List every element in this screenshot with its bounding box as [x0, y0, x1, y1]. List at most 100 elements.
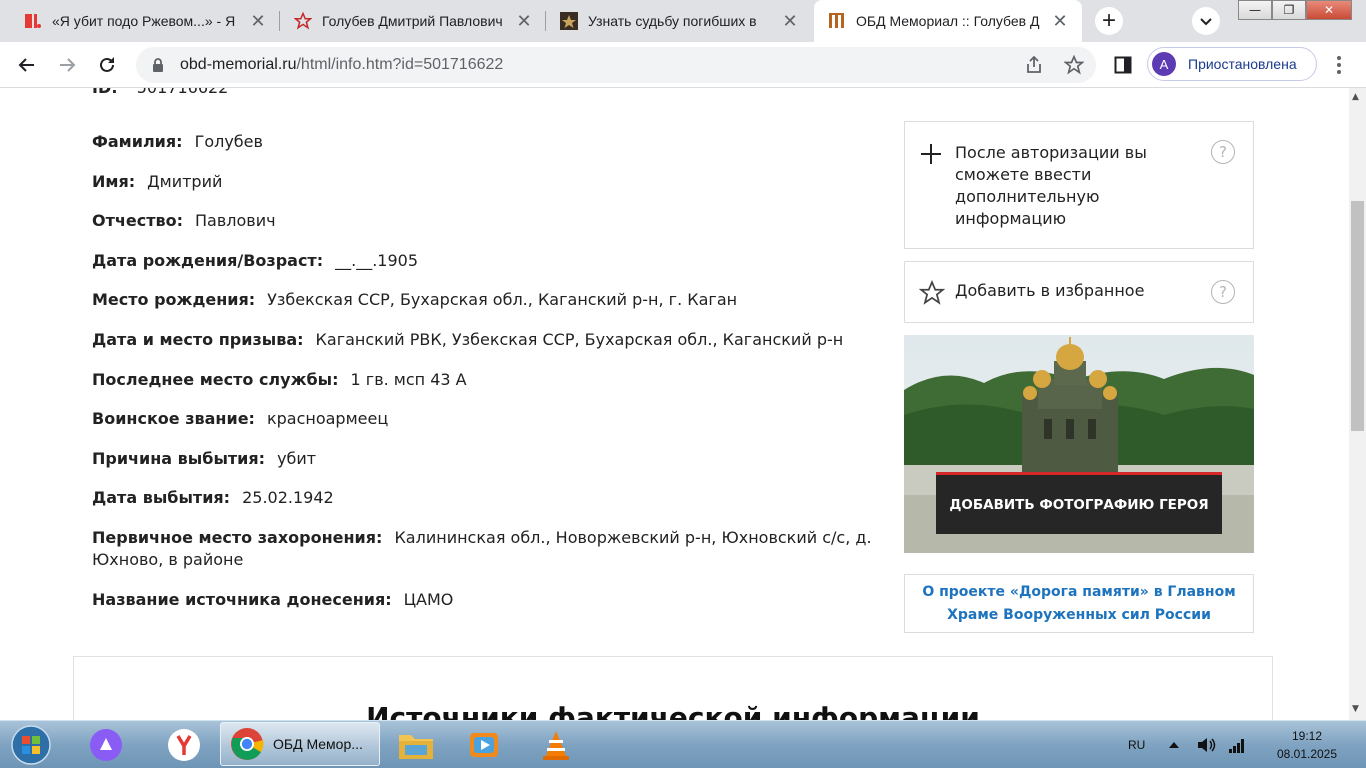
tab-close-icon[interactable]: ✕ — [246, 9, 270, 33]
more-vertical-icon — [1337, 56, 1341, 74]
profile-button[interactable]: A Приостановлена — [1147, 47, 1317, 81]
volume-icon[interactable] — [1196, 721, 1218, 768]
reload-button[interactable] — [92, 50, 122, 80]
file-explorer-button[interactable] — [392, 724, 440, 766]
folder-icon — [399, 735, 433, 759]
memorial-star-icon — [560, 12, 578, 30]
media-play-icon — [470, 733, 498, 757]
network-signal-icon[interactable] — [1228, 721, 1246, 768]
forward-button[interactable] — [52, 50, 82, 80]
tab-title: «Я убит подо Ржевом...» - Я — [52, 13, 236, 29]
tab-search-button[interactable] — [1192, 7, 1220, 35]
chrome-taskbar-button[interactable]: ОБД Мемор... — [220, 722, 380, 766]
help-icon[interactable]: ? — [1211, 280, 1235, 304]
tab-obd-memorial[interactable]: ОБД Мемориал :: Голубев Д ✕ — [814, 0, 1082, 42]
tray-expand-icon[interactable] — [1168, 721, 1180, 768]
chrome-window-label: ОБД Мемор... — [273, 736, 363, 752]
record-id-value: 501716622 — [137, 88, 229, 97]
browser-tab-strip: «Я убит подо Ржевом...» - Я ✕ Голубев Дм… — [0, 0, 1366, 42]
alice-assistant-button[interactable] — [82, 724, 130, 766]
field-label: Воинское звание: — [92, 409, 255, 429]
new-tab-button[interactable]: + — [1095, 7, 1123, 35]
add-favorite-button[interactable]: Добавить в избранное ? — [904, 261, 1254, 323]
minimize-button[interactable]: — — [1238, 0, 1272, 20]
lock-icon[interactable] — [150, 57, 166, 73]
project-link-card[interactable]: О проекте «Дорога памяти» в Главном Храм… — [904, 574, 1254, 633]
auth-note: После авторизации вы сможете ввести допо… — [955, 143, 1147, 228]
avatar: A — [1152, 52, 1176, 76]
field-loss-reason: Причина выбытия: убит — [92, 448, 902, 470]
field-birth-date: Дата рождения/Возраст: __.__.1905 — [92, 250, 902, 272]
field-value: убит — [277, 448, 317, 468]
tab-title: Голубев Дмитрий Павлович — [322, 13, 503, 29]
star-icon — [919, 280, 945, 305]
arrow-left-icon — [18, 58, 34, 72]
window-controls: — ❐ ✕ — [1238, 0, 1352, 22]
bookmark-star-icon[interactable] — [1062, 53, 1086, 77]
browser-menu-button[interactable] — [1324, 50, 1354, 80]
add-hero-photo-button[interactable]: ДОБАВИТЬ ФОТОГРАФИЮ ГЕРОЯ — [936, 472, 1222, 534]
field-first-name: Имя: Дмитрий — [92, 171, 902, 193]
scroll-up-icon[interactable]: ▲ — [1352, 92, 1359, 102]
maximize-button[interactable]: ❐ — [1272, 0, 1306, 20]
record-id: ID: 501716622 — [92, 88, 228, 97]
tab-close-icon[interactable]: ✕ — [1048, 9, 1072, 33]
chrome-icon — [231, 728, 264, 760]
field-last-service: Последнее место службы: 1 гв. мсп 43 А — [92, 369, 902, 391]
obd-memorial-icon — [828, 12, 846, 30]
language-indicator[interactable]: RU — [1128, 721, 1145, 768]
field-label: Причина выбытия: — [92, 448, 266, 468]
scrollbar-thumb[interactable] — [1351, 201, 1364, 431]
media-player-button[interactable] — [460, 724, 508, 766]
side-panel-button[interactable] — [1108, 50, 1138, 80]
clock-time: 19:12 — [1291, 729, 1323, 743]
field-value: красноармеец — [266, 409, 389, 429]
field-label: Фамилия: — [92, 132, 183, 151]
tab-yandex[interactable]: «Я убит подо Ржевом...» - Я ✕ — [10, 0, 280, 42]
close-window-button[interactable]: ✕ — [1306, 0, 1352, 20]
record-id-label: ID: — [92, 88, 118, 97]
url-text[interactable]: obd-memorial.ru/html/info.htm?id=5017166… — [180, 56, 503, 74]
tab-fate[interactable]: Узнать судьбу погибших в ✕ — [546, 0, 812, 42]
field-value: __.__.1905 — [335, 250, 418, 270]
field-label: Дата выбытия: — [92, 488, 231, 508]
tab-close-icon[interactable]: ✕ — [778, 9, 802, 33]
record-sidebar: После авторизации вы сможете ввести допо… — [904, 121, 1254, 633]
share-icon[interactable] — [1022, 53, 1046, 77]
start-button[interactable] — [6, 724, 56, 766]
field-value: 25.02.1942 — [242, 488, 334, 508]
tab-golubev[interactable]: Голубев Дмитрий Павлович ✕ — [280, 0, 546, 42]
tab-close-icon[interactable]: ✕ — [512, 9, 536, 33]
field-label: Отчество: — [92, 211, 183, 231]
vlc-button[interactable] — [532, 724, 580, 766]
project-link[interactable]: О проекте «Дорога памяти» в Главном Храм… — [905, 581, 1253, 627]
yandex-browser-button[interactable] — [160, 724, 208, 766]
add-info-card[interactable]: После авторизации вы сможете ввести допо… — [904, 121, 1254, 249]
field-loss-date: Дата выбытия: 25.02.1942 — [92, 487, 902, 509]
yandex-y-icon — [168, 729, 200, 761]
address-bar[interactable]: obd-memorial.ru/html/info.htm?id=5017166… — [136, 47, 1096, 83]
system-clock[interactable]: 19:12 08.01.2025 — [1262, 727, 1352, 763]
field-rank: Воинское звание: красноармеец — [92, 408, 902, 430]
scroll-down-icon[interactable]: ▼ — [1352, 704, 1359, 714]
field-surname: Фамилия: Голубев — [92, 131, 902, 153]
page-scrollbar[interactable]: ▲ ▼ — [1349, 88, 1366, 720]
reload-icon — [100, 57, 114, 72]
field-label: Первичное место захоронения: — [92, 527, 383, 547]
sources-heading: Источники фактической информации — [366, 701, 980, 720]
back-button[interactable] — [12, 50, 42, 80]
field-label: Дата рождения/Возраст: — [92, 250, 324, 270]
field-value: Павлович — [194, 211, 276, 231]
field-value: Дмитрий — [147, 171, 223, 191]
language-code: RU — [1128, 738, 1146, 752]
field-value: 1 гв. мсп 43 А — [350, 369, 467, 389]
browser-toolbar: obd-memorial.ru/html/info.htm?id=5017166… — [0, 42, 1366, 88]
windows-logo-icon — [11, 725, 51, 765]
field-value: Каганский РВК, Узбекская ССР, Бухарская … — [315, 329, 844, 349]
tab-title: ОБД Мемориал :: Голубев Д — [856, 13, 1040, 29]
field-burial-place: Первичное место захоронения: Калининская … — [92, 527, 902, 571]
field-label: Место рождения: — [92, 290, 256, 310]
arrow-right-icon — [60, 58, 76, 72]
field-value: Узбекская ССР, Бухарская обл., Каганский… — [267, 290, 738, 310]
help-icon[interactable]: ? — [1211, 140, 1235, 164]
